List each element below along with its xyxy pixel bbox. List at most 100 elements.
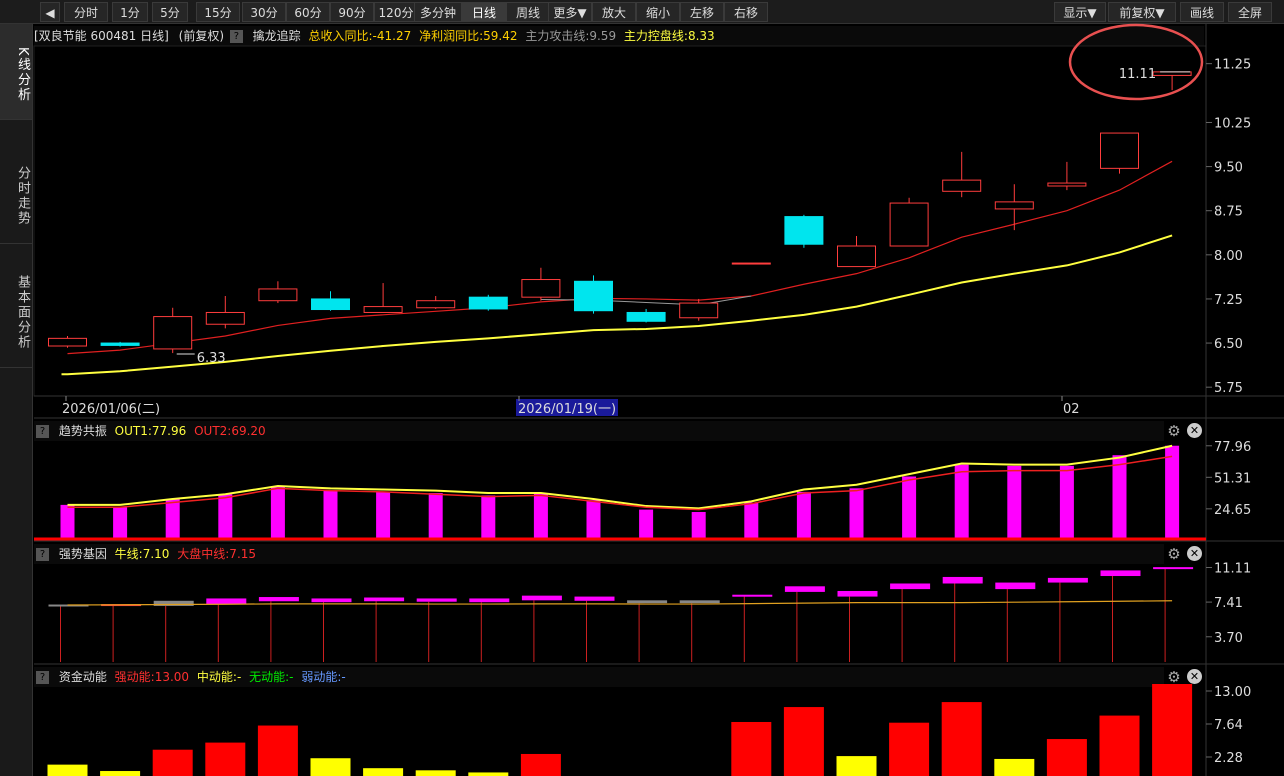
gene-bar xyxy=(416,598,457,602)
y-tick-label: 6.50 xyxy=(1214,337,1243,352)
trend-tick-label: 51.31 xyxy=(1214,471,1251,486)
control-line xyxy=(61,234,1173,376)
candle-body xyxy=(153,316,193,350)
y-tick-label: 10.25 xyxy=(1214,116,1251,131)
trend-out1-line xyxy=(67,444,1173,510)
fund-bar-9 xyxy=(520,753,561,776)
gene-bar xyxy=(1100,570,1141,577)
fund-bar-16 xyxy=(889,722,930,776)
fund-bar-14 xyxy=(783,707,824,776)
candle-6 xyxy=(363,283,403,313)
candle-body xyxy=(731,262,771,265)
candle-body xyxy=(1047,182,1087,187)
gene-mark-2 xyxy=(153,600,194,662)
fund-bar-13 xyxy=(731,721,772,776)
trend-bar-0 xyxy=(60,504,75,538)
candle-18 xyxy=(994,184,1034,231)
fund-bar-0 xyxy=(47,764,88,776)
gene-mark-16 xyxy=(890,583,931,662)
y-tick-label: 8.00 xyxy=(1214,249,1243,264)
gene-bar xyxy=(942,576,983,584)
candle-body xyxy=(784,216,824,245)
gene-bar xyxy=(679,600,720,604)
trend-bar-10 xyxy=(586,500,601,538)
gene-mark-6 xyxy=(364,597,405,662)
fund-bar-21 xyxy=(1152,684,1193,776)
gene-bar xyxy=(995,582,1036,590)
attack-line xyxy=(67,160,1173,355)
trend-bar-5 xyxy=(323,490,338,538)
candle-7 xyxy=(416,296,456,309)
candle-0 xyxy=(48,336,87,348)
gene-mark-0 xyxy=(48,604,89,662)
gene-tick-label: 11.11 xyxy=(1214,562,1251,577)
candle-body xyxy=(311,298,350,311)
trend-bar-1 xyxy=(113,507,128,538)
y-tick-label: 9.50 xyxy=(1214,161,1243,176)
gene-tick-label: 7.41 xyxy=(1214,596,1243,611)
gene-mark-4 xyxy=(258,597,299,662)
trend-bar-20 xyxy=(1112,455,1127,538)
gene-mark-5 xyxy=(311,598,352,662)
low-price-label: 6.33 xyxy=(197,351,226,366)
candle-11 xyxy=(626,308,666,323)
gray-line xyxy=(540,295,752,306)
candle-20 xyxy=(1100,132,1139,174)
gene-bar xyxy=(521,595,562,601)
candle-body xyxy=(205,311,245,325)
candle-5 xyxy=(311,291,350,311)
trend-bar-13 xyxy=(744,502,759,538)
candle-body xyxy=(994,201,1034,210)
gene-bar xyxy=(469,598,510,603)
fund-tick-label: 2.28 xyxy=(1214,751,1243,766)
candle-body xyxy=(363,306,403,313)
trend-bar-12 xyxy=(691,511,706,538)
trend-tick-label: 77.96 xyxy=(1214,440,1251,455)
kline-chart[interactable]: 11.25 10.25 9.50 8.75 8.00 7.25 6.50 5.75 11.11 6… xyxy=(0,0,1284,776)
gene-mark-9 xyxy=(521,595,562,662)
candle-body xyxy=(574,280,613,312)
gene-mark-19 xyxy=(1047,577,1088,662)
y-tick-label: 5.75 xyxy=(1214,381,1243,396)
y-tick-label: 7.25 xyxy=(1214,293,1243,308)
fund-tick-label: 7.64 xyxy=(1214,718,1243,733)
trend-bar-14 xyxy=(796,491,811,538)
fund-bar-7 xyxy=(415,770,456,776)
candle-13 xyxy=(731,262,771,265)
gene-bar xyxy=(784,586,825,592)
fund-bar-5 xyxy=(310,758,351,776)
gene-mark-17 xyxy=(942,576,983,662)
candle-body xyxy=(1100,132,1139,169)
gene-mark-12 xyxy=(679,600,720,662)
gene-mark-10 xyxy=(574,596,615,662)
gene-mark-18 xyxy=(995,582,1036,662)
candle-3 xyxy=(205,296,245,329)
candle-1 xyxy=(100,341,140,347)
trend-bar-17 xyxy=(954,464,969,538)
gene-mark-13 xyxy=(732,594,773,662)
y-tick-label: 8.75 xyxy=(1214,205,1243,220)
fund-bar-3 xyxy=(205,742,246,776)
fund-bar-2 xyxy=(152,749,193,776)
candle-body xyxy=(837,245,876,268)
candle-body xyxy=(679,302,719,319)
gene-bar xyxy=(890,583,931,590)
gene-mark-8 xyxy=(469,598,510,662)
candle-body xyxy=(48,337,87,347)
trend-bar-19 xyxy=(1059,465,1074,538)
high-price-label: 11.11 xyxy=(1119,67,1156,82)
candle-body xyxy=(889,202,929,247)
candle-19 xyxy=(1047,161,1087,191)
gene-bar xyxy=(364,597,405,602)
candle-16 xyxy=(889,197,929,247)
candle-body xyxy=(416,300,456,309)
highlight-circle xyxy=(1068,23,1204,101)
trend-bar-6 xyxy=(376,491,391,538)
trend-bar-2 xyxy=(165,498,180,538)
fund-bar-4 xyxy=(257,725,298,776)
fund-bar-17 xyxy=(941,702,982,776)
gene-mark-21 xyxy=(1153,567,1194,662)
trend-tick-label: 24.65 xyxy=(1214,503,1251,518)
gene-bar xyxy=(311,598,352,603)
trend-bar-7 xyxy=(428,493,443,538)
